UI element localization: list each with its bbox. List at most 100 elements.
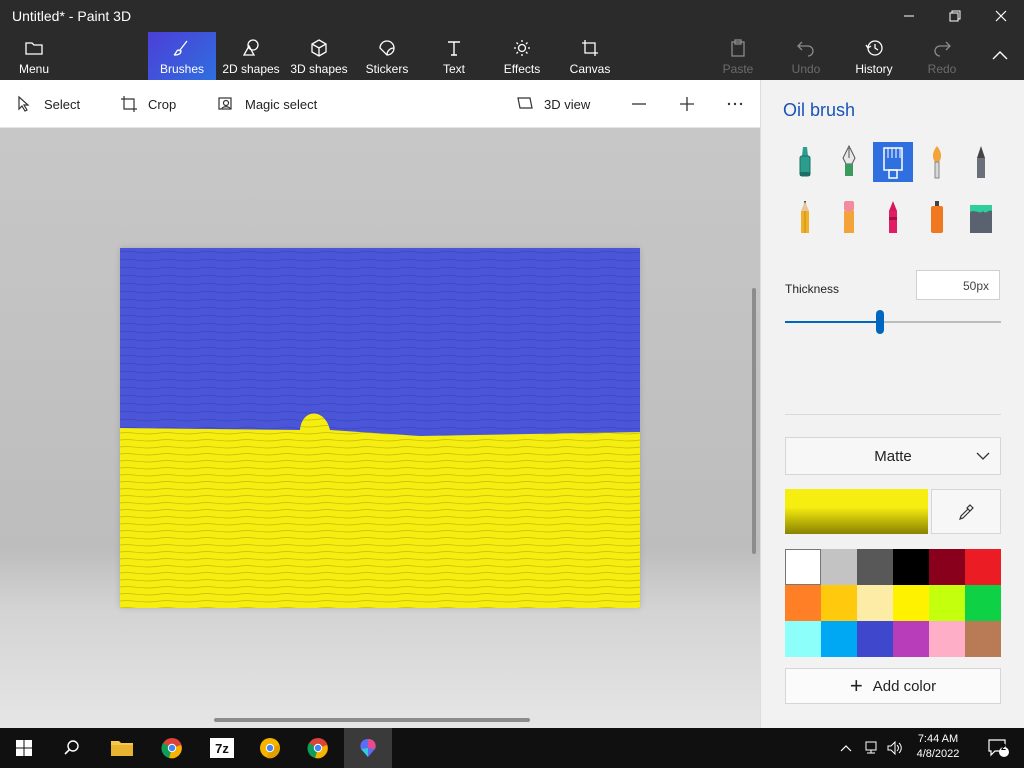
oil-brush-icon xyxy=(883,147,903,179)
file-explorer-taskbar-button[interactable] xyxy=(98,728,146,768)
plus-icon xyxy=(680,97,694,111)
palette-swatch[interactable] xyxy=(821,621,857,657)
palette-swatch[interactable] xyxy=(857,585,893,621)
volume-button[interactable] xyxy=(884,728,906,768)
effects-tab[interactable]: Effects xyxy=(500,32,544,80)
drawing-canvas[interactable] xyxy=(120,248,640,608)
close-icon xyxy=(995,10,1007,22)
palette-swatch[interactable] xyxy=(965,621,1001,657)
pixel-pen-brush[interactable] xyxy=(961,142,1001,182)
eraser-brush[interactable] xyxy=(829,197,869,237)
redo-button[interactable]: Redo xyxy=(920,32,964,80)
restore-button[interactable] xyxy=(932,0,978,32)
history-button[interactable]: History xyxy=(850,32,898,80)
zoom-in-button[interactable] xyxy=(678,80,696,128)
eyedropper-icon xyxy=(959,503,974,520)
thickness-slider-thumb[interactable] xyxy=(876,310,884,334)
select-tool[interactable]: Select xyxy=(16,80,80,128)
palette-swatch[interactable] xyxy=(929,549,965,585)
palette-swatch[interactable] xyxy=(785,585,821,621)
palette-swatch[interactable] xyxy=(929,621,965,657)
palette-swatch[interactable] xyxy=(965,549,1001,585)
notification-count: 2 xyxy=(1001,742,1007,752)
horizontal-scrollbar[interactable] xyxy=(214,718,530,722)
thickness-slider[interactable] xyxy=(785,310,1001,334)
undo-button[interactable]: Undo xyxy=(784,32,828,80)
chevron-up-icon xyxy=(992,51,1008,60)
current-color-swatch[interactable] xyxy=(785,489,928,534)
close-button[interactable] xyxy=(978,0,1024,32)
2d-shapes-tab[interactable]: 2D shapes xyxy=(220,32,282,80)
show-hidden-icons-button[interactable] xyxy=(836,728,856,768)
watercolor-brush[interactable] xyxy=(917,142,957,182)
minimize-icon xyxy=(904,15,914,17)
undo-label: Undo xyxy=(791,62,821,76)
sticker-icon xyxy=(379,40,395,56)
notifications-button[interactable]: 2 xyxy=(980,728,1016,768)
eraser-icon xyxy=(844,201,854,233)
redo-icon xyxy=(934,41,951,57)
palette-swatch[interactable] xyxy=(893,621,929,657)
crop-tool[interactable]: Crop xyxy=(120,80,176,128)
palette-swatch[interactable] xyxy=(965,585,1001,621)
window-title: Untitled* - Paint 3D xyxy=(12,8,132,24)
minimize-button[interactable] xyxy=(886,0,932,32)
3d-shapes-tab[interactable]: 3D shapes xyxy=(288,32,350,80)
magic-select-tool[interactable]: Magic select xyxy=(217,80,317,128)
palette-swatch[interactable] xyxy=(893,549,929,585)
palette-swatch[interactable] xyxy=(857,621,893,657)
palette-swatch[interactable] xyxy=(929,585,965,621)
chrome-beta-taskbar-button[interactable] xyxy=(246,728,294,768)
minus-icon xyxy=(632,103,646,105)
eyedropper-button[interactable] xyxy=(931,489,1001,534)
system-clock[interactable]: 7:44 AM 4/8/2022 xyxy=(910,732,966,762)
menu-button[interactable]: Menu xyxy=(12,32,56,80)
add-color-label: Add color xyxy=(872,677,937,695)
finish-value: Matte xyxy=(874,447,912,465)
folder-icon xyxy=(25,42,43,55)
spray-can-brush[interactable] xyxy=(917,197,957,237)
panel-divider xyxy=(785,414,1001,415)
palette-swatch[interactable] xyxy=(857,549,893,585)
stickers-label: Stickers xyxy=(365,62,409,76)
text-tab[interactable]: Text xyxy=(432,32,476,80)
chrome-icon xyxy=(307,738,328,759)
3d-view-toggle[interactable]: 3D view xyxy=(516,80,590,128)
stickers-tab[interactable]: Stickers xyxy=(360,32,414,80)
panel-title: Oil brush xyxy=(783,100,856,120)
marker-brush[interactable] xyxy=(785,142,825,182)
7zip-taskbar-button[interactable]: 7z xyxy=(198,728,246,768)
palette-swatch[interactable] xyxy=(821,549,857,585)
chrome-taskbar-button-2[interactable] xyxy=(294,728,342,768)
network-button[interactable] xyxy=(860,728,882,768)
canvas-workspace[interactable] xyxy=(0,128,760,728)
palette-swatch[interactable] xyxy=(785,549,821,585)
zoom-out-button[interactable] xyxy=(630,80,648,128)
pencil-brush[interactable] xyxy=(785,197,825,237)
start-button[interactable] xyxy=(0,728,48,768)
fill-brush[interactable] xyxy=(961,197,1001,237)
vertical-scrollbar[interactable] xyxy=(752,288,756,554)
color-palette xyxy=(785,549,1001,657)
more-options-button[interactable] xyxy=(726,80,744,128)
redo-label: Redo xyxy=(927,62,957,76)
search-button[interactable] xyxy=(48,728,96,768)
chrome-taskbar-button[interactable] xyxy=(148,728,196,768)
folder-icon xyxy=(111,741,133,756)
paint3d-taskbar-button[interactable] xyxy=(344,728,392,768)
canvas-tab[interactable]: Canvas xyxy=(568,32,612,80)
calligraphy-pen-brush[interactable] xyxy=(829,142,869,182)
palette-swatch[interactable] xyxy=(893,585,929,621)
finish-dropdown[interactable]: Matte xyxy=(785,437,1001,475)
crayon-brush[interactable] xyxy=(873,197,913,237)
collapse-ribbon-button[interactable] xyxy=(980,32,1020,80)
paste-button[interactable]: Paste xyxy=(716,32,760,80)
brushes-tab[interactable]: Brushes xyxy=(148,32,216,80)
oil-brush[interactable] xyxy=(873,142,913,182)
add-color-button[interactable]: + Add color xyxy=(785,668,1001,704)
palette-swatch[interactable] xyxy=(821,585,857,621)
crop-label: Crop xyxy=(148,96,177,112)
palette-swatch[interactable] xyxy=(785,621,821,657)
chrome-beta-icon xyxy=(260,738,280,759)
thickness-input[interactable]: 50px xyxy=(916,270,1000,300)
